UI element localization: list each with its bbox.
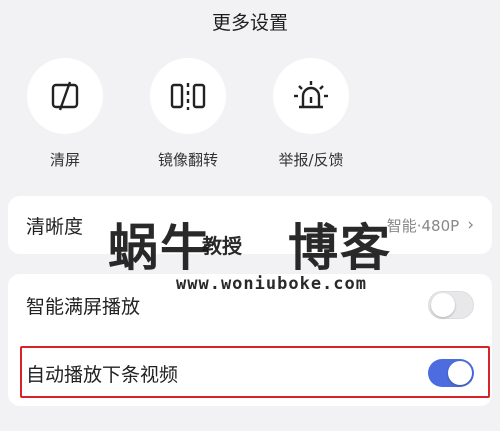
mirror-flip-icon xyxy=(170,83,206,110)
mirror-flip-button[interactable]: 镜像翻转 xyxy=(138,58,238,170)
clear-screen-icon-circle[interactable] xyxy=(27,58,103,134)
autoplay-next-label: 自动播放下条视频 xyxy=(26,363,179,386)
clarity-label: 清晰度 xyxy=(26,215,84,238)
autoplay-next-toggle[interactable] xyxy=(428,359,474,387)
smart-fullscreen-toggle[interactable] xyxy=(428,291,474,319)
clarity-value: 智能·480P xyxy=(386,216,460,235)
clear-screen-button[interactable]: 清屏 xyxy=(15,58,115,170)
playback-settings-card: 智能满屏播放 自动播放下条视频 xyxy=(8,274,492,406)
report-feedback-button[interactable]: 举报/反馈 xyxy=(261,58,361,170)
clarity-card: 清晰度 智能·480P › xyxy=(8,196,492,254)
clarity-row[interactable]: 清晰度 智能·480P › xyxy=(8,196,492,254)
mirror-flip-label: 镜像翻转 xyxy=(157,151,218,169)
clear-screen-icon xyxy=(51,81,79,111)
page-title: 更多设置 xyxy=(211,12,288,34)
smart-fullscreen-label: 智能满屏播放 xyxy=(26,295,141,318)
report-icon-circle[interactable] xyxy=(273,58,349,134)
toggle-knob xyxy=(448,361,472,385)
report-alarm-icon xyxy=(294,81,328,109)
autoplay-next-row: 自动播放下条视频 xyxy=(8,344,492,402)
report-feedback-label: 举报/反馈 xyxy=(278,151,344,169)
chevron-right-icon: › xyxy=(467,215,474,235)
toggle-knob xyxy=(431,293,455,317)
mirror-flip-icon-circle[interactable] xyxy=(150,58,226,134)
smart-fullscreen-row: 智能满屏播放 xyxy=(8,276,492,334)
clear-screen-label: 清屏 xyxy=(49,151,80,169)
